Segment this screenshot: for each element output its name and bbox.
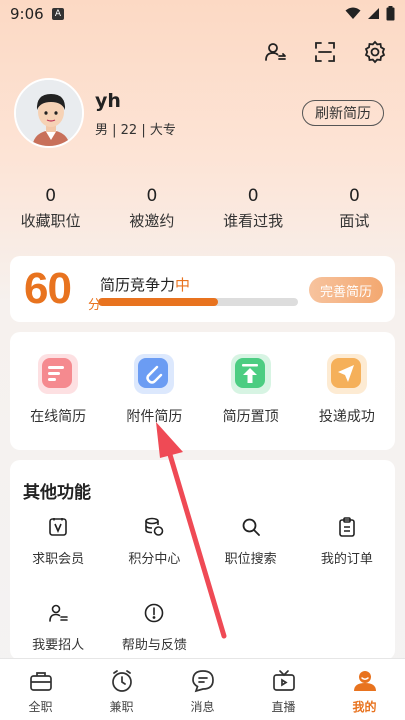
status-time: 9:06 (10, 5, 44, 23)
tab-me[interactable]: 我的 (324, 659, 405, 720)
user-name: yh (95, 90, 121, 112)
header-actions (261, 38, 389, 66)
tab-label: 消息 (190, 700, 215, 714)
resume-actions-card: 在线简历 附件简历 简历置顶 投递成功 (10, 332, 395, 450)
user-meta: 男 | 22 | 大专 (95, 123, 176, 138)
online-resume-icon (38, 354, 79, 394)
func-label: 积分中心 (128, 552, 181, 567)
score-title: 简历竞争力中 (100, 274, 190, 295)
score-progress-bar (98, 298, 298, 306)
resume-score-card: 60 分 简历竞争力中 完善简历 (10, 256, 395, 322)
user-switch-icon[interactable] (261, 38, 289, 66)
resume-action-label: 附件简历 (126, 409, 183, 425)
stat-label: 被邀约 (129, 212, 175, 230)
tab-parttime[interactable]: 兼职 (81, 659, 162, 720)
order-icon (335, 515, 359, 539)
resume-action-label: 简历置顶 (222, 409, 279, 425)
func-points[interactable]: 积分中心 (106, 515, 202, 601)
stat-value: 0 (45, 186, 57, 206)
stat-label: 面试 (339, 212, 370, 230)
other-functions-card: 其他功能 求职会员 积分中心 职位搜索 我的订单 我要招人 帮助与反馈 (10, 460, 395, 660)
wifi-icon (345, 7, 361, 19)
recruit-icon (46, 601, 70, 625)
func-label: 我要招人 (32, 638, 85, 653)
tab-label: 直播 (271, 700, 296, 714)
tab-messages[interactable]: 消息 (162, 659, 243, 720)
stat-value: 0 (348, 186, 360, 206)
help-icon (142, 601, 166, 625)
stat-label: 谁看过我 (223, 212, 284, 230)
resume-action-label: 投递成功 (318, 409, 375, 425)
attachment-resume-icon (134, 354, 175, 394)
status-bar: 9:06 A (0, 0, 405, 28)
online-resume-item[interactable]: 在线简历 (10, 354, 106, 450)
func-label: 职位搜索 (224, 552, 277, 567)
func-orders[interactable]: 我的订单 (299, 515, 395, 601)
stat-value: 0 (146, 186, 158, 206)
send-success-item[interactable]: 投递成功 (299, 354, 395, 450)
stat-label: 收藏职位 (20, 212, 81, 230)
pin-resume-item[interactable]: 简历置顶 (203, 354, 299, 450)
search-icon (239, 515, 263, 539)
stat-favorites[interactable]: 0 收藏职位 (0, 186, 101, 231)
score-title-text: 简历竞争力 (100, 276, 176, 294)
notification-badge: A (52, 8, 64, 20)
bottom-tab-bar: 全职 兼职 消息 直播 我的 (0, 658, 405, 720)
tv-icon (270, 667, 298, 695)
refresh-resume-button[interactable]: 刷新简历 (302, 100, 384, 126)
score-level: 中 (175, 276, 191, 294)
tab-label: 全职 (28, 700, 53, 714)
scan-icon[interactable] (311, 38, 339, 66)
stats-row: 0 收藏职位 0 被邀约 0 谁看过我 0 面试 (0, 186, 405, 231)
tab-fulltime[interactable]: 全职 (0, 659, 81, 720)
status-indicators (345, 6, 395, 21)
points-icon (142, 515, 166, 539)
func-vip[interactable]: 求职会员 (10, 515, 106, 601)
settings-icon[interactable] (361, 38, 389, 66)
improve-resume-button[interactable]: 完善简历 (309, 277, 383, 303)
clock-icon (108, 667, 136, 695)
attachment-resume-item[interactable]: 附件简历 (106, 354, 202, 450)
func-search[interactable]: 职位搜索 (203, 515, 299, 601)
message-icon (189, 667, 217, 695)
send-success-icon (326, 354, 367, 394)
stat-value: 0 (247, 186, 259, 206)
me-icon (351, 667, 379, 695)
func-label: 求职会员 (32, 552, 85, 567)
pin-resume-icon (230, 354, 271, 394)
other-functions-title: 其他功能 (23, 483, 91, 503)
vip-icon (46, 515, 70, 539)
battery-icon (386, 6, 395, 21)
tab-live[interactable]: 直播 (243, 659, 324, 720)
tab-label: 我的 (352, 700, 377, 714)
resume-action-label: 在线简历 (30, 409, 87, 425)
stat-interviews[interactable]: 0 面试 (304, 186, 405, 231)
stat-viewers[interactable]: 0 谁看过我 (203, 186, 304, 231)
avatar[interactable] (14, 78, 84, 148)
briefcase-icon (27, 667, 55, 695)
score-progress-fill (98, 298, 218, 306)
score-value: 60 (24, 264, 72, 313)
stat-invited[interactable]: 0 被邀约 (101, 186, 202, 231)
func-label: 帮助与反馈 (121, 638, 187, 653)
func-label: 我的订单 (320, 552, 373, 567)
tab-label: 兼职 (109, 700, 134, 714)
cell-signal-icon (368, 8, 379, 19)
